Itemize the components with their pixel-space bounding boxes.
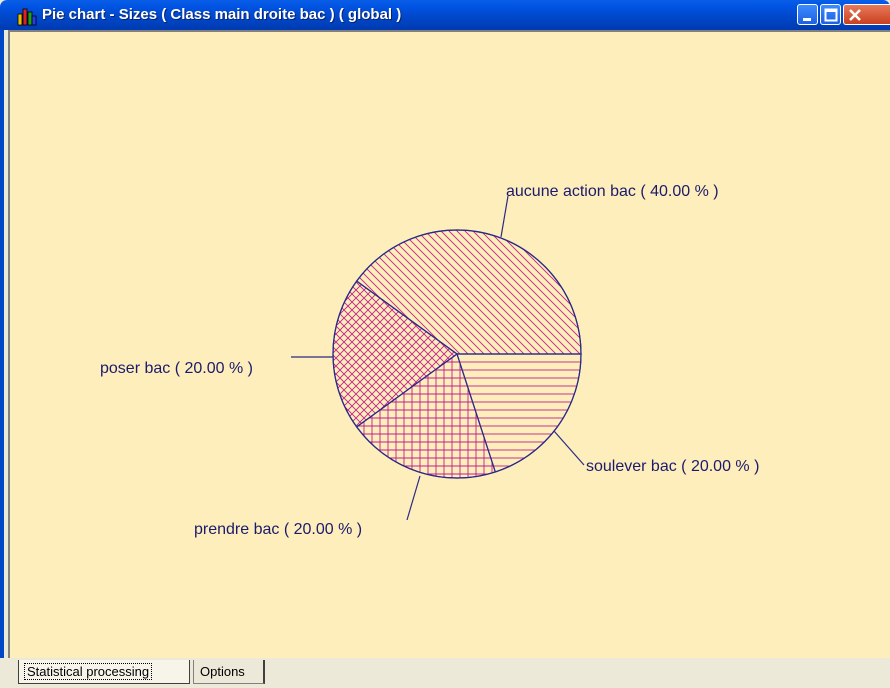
window-title: Pie chart - Sizes ( Class main droite ba… — [42, 6, 402, 23]
tab-options[interactable]: Options — [193, 660, 265, 684]
title-bar[interactable]: Pie chart - Sizes ( Class main droite ba… — [0, 0, 890, 30]
tab-label: Options — [200, 664, 245, 679]
pie-chart: aucune action bac ( 40.00 % ) soulever ba… — [100, 183, 759, 538]
close-button[interactable] — [843, 4, 890, 25]
maximize-icon — [824, 8, 838, 22]
minimize-icon — [803, 18, 811, 21]
slice-label: poser bac ( 20.00 % ) — [100, 360, 253, 377]
leader-line — [500, 195, 509, 238]
minimize-button[interactable] — [797, 4, 818, 25]
tab-label: Statistical processing — [23, 663, 153, 680]
close-icon — [849, 9, 861, 21]
slice-label: soulever bac ( 20.00 % ) — [586, 458, 759, 475]
tab-bar: Statistical processing Options — [0, 658, 890, 688]
leader-line — [553, 430, 585, 466]
slice-label: prendre bac ( 20.00 % ) — [194, 521, 362, 538]
slice-label: aucune action bac ( 40.00 % ) — [506, 183, 719, 200]
pie-chart-window: Pie chart - Sizes ( Class main droite ba… — [0, 0, 890, 688]
leader-line — [406, 475, 421, 521]
bar-chart-app-icon — [17, 8, 37, 26]
maximize-button[interactable] — [820, 4, 841, 25]
tab-statistical-processing[interactable]: Statistical processing — [18, 660, 190, 684]
